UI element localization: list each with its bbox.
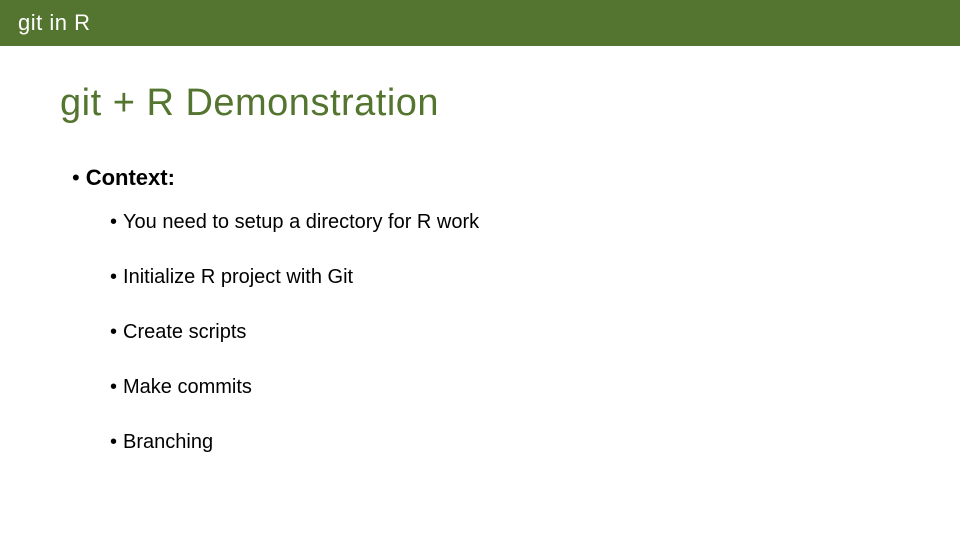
bullet-text: You need to setup a directory for R work	[123, 211, 479, 234]
bullet-dot: •	[110, 211, 117, 234]
context-bullet: •	[72, 165, 80, 191]
bullet-text: Branching	[123, 431, 213, 454]
bullet-dot: •	[110, 266, 117, 289]
context-label: Context:	[86, 165, 175, 191]
bullet-dot: •	[110, 321, 117, 344]
bullet-dot: •	[110, 376, 117, 399]
list-item: • Branching	[110, 431, 960, 454]
bullet-text: Create scripts	[123, 321, 246, 344]
header-title: git in R	[18, 10, 90, 36]
list-item: • Create scripts	[110, 321, 960, 344]
content-area: • Context: • You need to setup a directo…	[72, 165, 960, 454]
slide-title: git + R Demonstration	[60, 82, 960, 125]
list-item: • Initialize R project with Git	[110, 266, 960, 289]
bullet-text: Initialize R project with Git	[123, 266, 353, 289]
header-bar: git in R	[0, 0, 960, 46]
context-heading: • Context:	[72, 165, 960, 191]
bullet-list: • You need to setup a directory for R wo…	[110, 211, 960, 454]
list-item: • You need to setup a directory for R wo…	[110, 211, 960, 234]
bullet-dot: •	[110, 431, 117, 454]
list-item: • Make commits	[110, 376, 960, 399]
bullet-text: Make commits	[123, 376, 252, 399]
